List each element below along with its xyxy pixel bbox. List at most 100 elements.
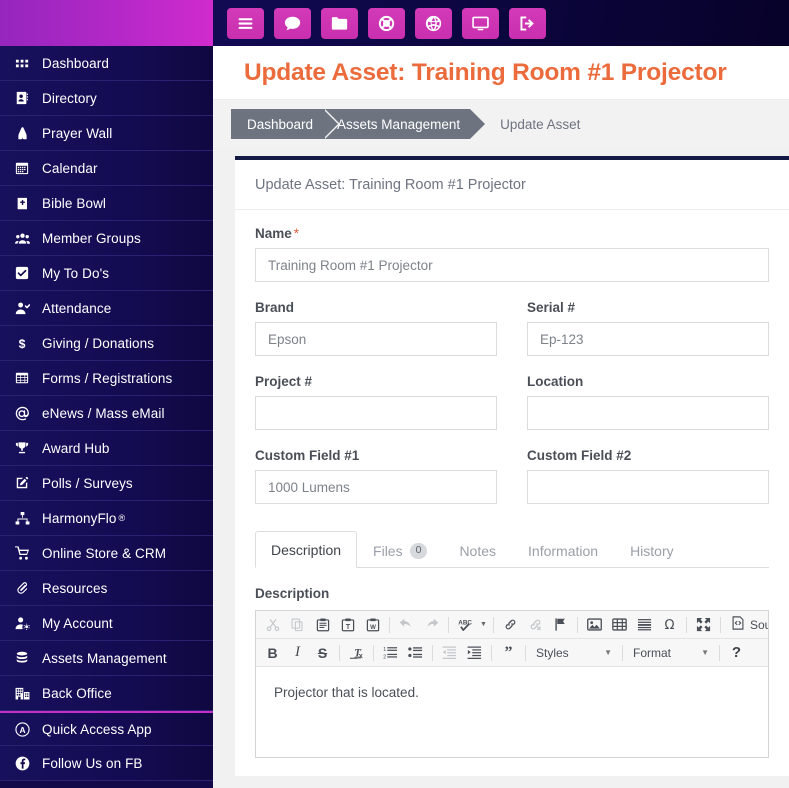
toolbar-separator xyxy=(622,644,623,661)
serial-input[interactable]: Ep-123 xyxy=(527,322,769,356)
praying-hands-icon xyxy=(10,126,34,141)
sidebar-item-giving-donations[interactable]: $ Giving / Donations xyxy=(0,326,213,361)
topbar-logout-button[interactable] xyxy=(509,7,546,39)
editor-copy-button xyxy=(285,614,310,636)
tab-label: Notes xyxy=(459,543,497,559)
brand-input[interactable]: Epson xyxy=(255,322,497,356)
editor-numbered-list-button[interactable]: 12 xyxy=(378,642,403,664)
editor-bulleted-list-button[interactable] xyxy=(403,642,428,664)
tab-files[interactable]: Files 0 xyxy=(357,532,443,568)
sidebar-item-attendance[interactable]: Attendance xyxy=(0,291,213,326)
editor-paste-button[interactable] xyxy=(310,614,335,636)
editor-strikethrough-button[interactable]: S xyxy=(310,642,335,664)
sidebar-item-award-hub[interactable]: Award Hub xyxy=(0,431,213,466)
user-gear-icon xyxy=(10,616,34,631)
sidebar-item-back-office[interactable]: Back Office xyxy=(0,676,213,711)
editor-link-button[interactable] xyxy=(498,614,523,636)
custom-field-1-input[interactable]: 1000 Lumens xyxy=(255,470,497,504)
sidebar-item-label: My Account xyxy=(42,615,113,631)
editor-source-button[interactable]: Sour xyxy=(725,614,768,636)
editor-blockquote-button[interactable]: ” xyxy=(496,642,521,664)
field-custom-1: Custom Field #1 1000 Lumens xyxy=(255,448,497,504)
editor-format-dropdown[interactable]: Format ▼ xyxy=(627,642,715,664)
sidebar-item-label: Member Groups xyxy=(42,230,141,246)
sidebar-item-dashboard[interactable]: Dashboard xyxy=(0,46,213,81)
breadcrumb-item-dashboard[interactable]: Dashboard xyxy=(231,109,341,139)
registered-trademark-symbol: ® xyxy=(118,513,126,523)
sidebar-item-label: Attendance xyxy=(42,300,112,316)
sidebar-item-label: Follow Us on FB xyxy=(42,755,143,771)
tab-description[interactable]: Description xyxy=(255,531,358,568)
description-section-label: Description xyxy=(255,586,330,601)
editor-content-area[interactable]: Projector that is located. xyxy=(256,667,768,757)
editor-bold-button[interactable]: B xyxy=(260,642,285,664)
sidebar-item-quick-access-app[interactable]: A Quick Access App xyxy=(0,711,213,746)
topbar-support-button[interactable] xyxy=(368,7,405,39)
custom-field-2-input[interactable] xyxy=(527,470,769,504)
tab-information[interactable]: Information xyxy=(512,532,614,568)
name-input[interactable]: Training Room #1 Projector xyxy=(255,248,769,282)
editor-outdent-button xyxy=(437,642,462,664)
svg-text:Ω: Ω xyxy=(664,618,674,632)
editor-table-button[interactable] xyxy=(607,614,632,636)
tab-notes[interactable]: Notes xyxy=(443,532,512,568)
editor-cut-scissors-button xyxy=(260,614,285,636)
editor-omega-special-char-button[interactable]: Ω xyxy=(657,614,682,636)
asset-form-card: Update Asset: Training Room #1 Projector… xyxy=(235,156,789,776)
editor-spell-check-button[interactable]: ABC xyxy=(453,614,478,636)
editor-image-button[interactable] xyxy=(582,614,607,636)
tab-history[interactable]: History xyxy=(614,532,690,568)
field-brand: Brand Epson xyxy=(255,300,497,356)
sidebar-item-directory[interactable]: Directory xyxy=(0,81,213,116)
sidebar-item-follow-us-on-fb[interactable]: Follow Us on FB xyxy=(0,746,213,781)
globe-icon xyxy=(425,15,442,32)
editor-styles-dropdown[interactable]: Styles ▼ xyxy=(530,642,618,664)
editor-indent-button[interactable] xyxy=(462,642,487,664)
sidebar-item-forms-registrations[interactable]: Forms / Registrations xyxy=(0,361,213,396)
users-group-icon xyxy=(10,231,34,246)
topbar-files-button[interactable] xyxy=(321,7,358,39)
editor-paste-as-text-button[interactable]: T xyxy=(335,614,360,636)
tab-label: Description xyxy=(271,542,342,558)
breadcrumb-item-assets-management[interactable]: Assets Management xyxy=(323,109,488,139)
sidebar-item-label: Giving / Donations xyxy=(42,335,155,351)
project-input[interactable] xyxy=(255,396,497,430)
page-title: Update Asset: Training Room #1 Projector xyxy=(244,58,727,86)
editor-maximize-button[interactable] xyxy=(691,614,716,636)
sidebar-item-harmonyflo[interactable]: HarmonyFlo ® xyxy=(0,501,213,536)
sidebar-item-my-to-do-s[interactable]: My To Do's xyxy=(0,256,213,291)
editor-paste-from-word-button[interactable]: W xyxy=(360,614,385,636)
sidebar-item-prayer-wall[interactable]: Prayer Wall xyxy=(0,116,213,151)
topbar-messages-button[interactable] xyxy=(274,7,311,39)
sidebar-item-calendar[interactable]: Calendar xyxy=(0,151,213,186)
sidebar-nav-list: Dashboard Directory Prayer Wall Calendar Bib… xyxy=(0,46,213,781)
sidebar-item-member-groups[interactable]: Member Groups xyxy=(0,221,213,256)
sidebar-item-polls-surveys[interactable]: Polls / Surveys xyxy=(0,466,213,501)
sidebar-item-online-store-crm[interactable]: Online Store & CRM xyxy=(0,536,213,571)
field-custom-2: Custom Field #2 xyxy=(527,448,769,504)
location-input[interactable] xyxy=(527,396,769,430)
topbar-website-button[interactable] xyxy=(415,7,452,39)
editor-toolbar-row-2: B I S Tx 1 2 ” Styles ▼ Format ▼? xyxy=(256,639,768,667)
sidebar: Dashboard Directory Prayer Wall Calendar Bib… xyxy=(0,0,213,788)
checkbox-checked-icon xyxy=(10,266,34,280)
sidebar-item-my-account[interactable]: My Account xyxy=(0,606,213,641)
pen-square-icon xyxy=(10,476,34,490)
toolbar-separator xyxy=(493,616,494,633)
svg-text:x: x xyxy=(359,651,364,660)
topbar-menu-toggle-button[interactable] xyxy=(227,7,264,39)
sidebar-item-enews-mass-email[interactable]: eNews / Mass eMail xyxy=(0,396,213,431)
sidebar-item-resources[interactable]: Resources xyxy=(0,571,213,606)
sidebar-item-assets-management[interactable]: Assets Management xyxy=(0,641,213,676)
editor-spellcheck-dropdown-arrow-icon[interactable]: ▼ xyxy=(478,614,489,636)
editor-help-button[interactable]: ? xyxy=(724,642,749,664)
editor-italic-button[interactable]: I xyxy=(285,642,310,664)
topbar-screen-button[interactable] xyxy=(462,7,499,39)
editor-anchor-flag-button[interactable] xyxy=(548,614,573,636)
editor-remove-format-button[interactable]: Tx xyxy=(344,642,369,664)
sidebar-item-bible-bowl[interactable]: Bible Bowl xyxy=(0,186,213,221)
editor-horizontal-rule-button[interactable] xyxy=(632,614,657,636)
breadcrumb: Dashboard Assets Management Update Asset xyxy=(231,109,580,139)
sidebar-item-label: Award Hub xyxy=(42,440,110,456)
sidebar-item-label: Polls / Surveys xyxy=(42,475,133,491)
